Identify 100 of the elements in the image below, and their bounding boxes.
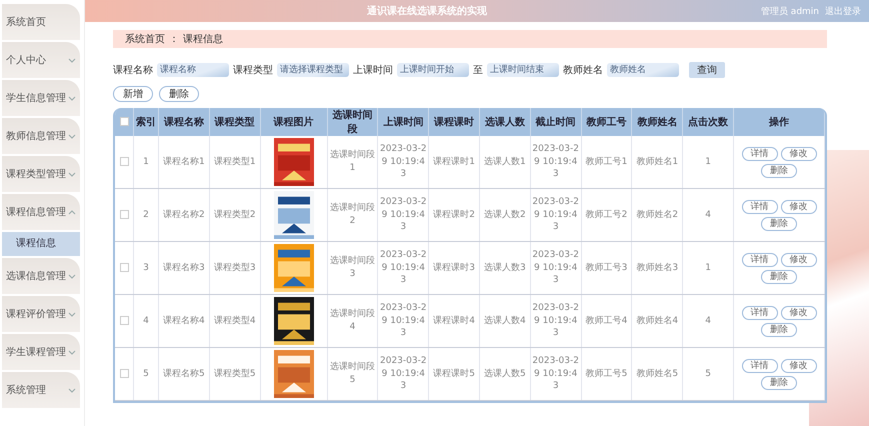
- table-cell: 课程类型1: [209, 136, 260, 188]
- field-label: 课程名称: [113, 64, 153, 77]
- table-cell: 课程名称5: [158, 348, 210, 400]
- search-button[interactable]: 查询: [689, 62, 725, 78]
- column-header: 选课人数: [479, 108, 530, 136]
- search-field[interactable]: 上课时间开始: [397, 63, 469, 77]
- checkbox[interactable]: [120, 156, 128, 166]
- delete-button[interactable]: 删除: [159, 86, 199, 102]
- table-cell: 2023-03-29 10:19:43: [530, 188, 582, 242]
- detail-button[interactable]: 详情: [742, 252, 778, 266]
- chevron-icon: [68, 350, 76, 354]
- delete-button[interactable]: 删除: [761, 164, 797, 178]
- table-cell: 选课人数3: [479, 242, 530, 294]
- column-header: 点击次数: [682, 108, 734, 136]
- delete-button[interactable]: 删除: [761, 216, 797, 230]
- column-header: 课程类型: [209, 108, 260, 136]
- edit-button[interactable]: 修改: [780, 306, 816, 320]
- sidebar-item[interactable]: 学生课程管理: [2, 334, 80, 370]
- table-cell: 教师姓名4: [632, 294, 683, 348]
- table-cell: 教师姓名2: [632, 188, 683, 242]
- chevron-icon: [68, 388, 76, 392]
- search-field[interactable]: 教师姓名: [607, 63, 679, 77]
- sidebar-item[interactable]: 教师信息管理: [2, 118, 80, 154]
- detail-button[interactable]: 详情: [742, 200, 778, 214]
- column-header: 课程图片: [260, 108, 328, 136]
- table-cell: 选课人数5: [479, 348, 530, 400]
- detail-button[interactable]: 详情: [742, 306, 778, 320]
- table-cell: 课程类型4: [209, 294, 260, 348]
- sidebar-item[interactable]: 课程信息管理: [2, 194, 80, 230]
- edit-button[interactable]: 修改: [780, 146, 816, 160]
- sidebar-item[interactable]: 个人中心: [2, 42, 80, 78]
- table-cell: 教师工号5: [581, 348, 632, 400]
- table-cell: 教师姓名5: [632, 348, 683, 400]
- edit-button[interactable]: 修改: [780, 358, 816, 372]
- sidebar-item[interactable]: 课程评价管理: [2, 296, 80, 332]
- breadcrumb-home[interactable]: 系统首页: [125, 32, 165, 46]
- table-cell: 教师工号1: [581, 136, 632, 188]
- table-cell: 2023-03-29 10:19:43: [530, 348, 582, 400]
- delete-button[interactable]: 删除: [761, 376, 797, 390]
- table-cell: 选课人数1: [479, 136, 530, 188]
- checkbox[interactable]: [120, 117, 128, 126]
- checkbox[interactable]: [120, 368, 128, 378]
- table-cell: 课程课时2: [428, 188, 480, 242]
- table-cell: 2023-03-29 10:19:43: [378, 188, 429, 242]
- detail-button[interactable]: 详情: [742, 358, 778, 372]
- column-header: 截止时间: [530, 108, 582, 136]
- table-cell: 5: [682, 348, 734, 400]
- table-cell: 1: [682, 136, 734, 188]
- checkbox[interactable]: [120, 210, 128, 219]
- field-label: 课程类型: [233, 64, 273, 77]
- breadcrumb-separator: ：: [169, 33, 179, 46]
- table-cell: 选课时间段1: [327, 136, 378, 188]
- table-cell: 教师工号4: [581, 294, 632, 348]
- column-header: 上课时间: [378, 108, 429, 136]
- table-cell: 教师工号2: [581, 188, 632, 242]
- table-cell: 教师工号3: [581, 242, 632, 294]
- chevron-icon: [68, 96, 76, 100]
- chevron-icon: [68, 274, 76, 278]
- column-header: 选课时间段: [327, 108, 378, 136]
- sidebar-subitem[interactable]: 课程信息: [2, 232, 80, 256]
- search-field[interactable]: 请选择课程类型: [277, 63, 349, 77]
- edit-button[interactable]: 修改: [780, 200, 816, 214]
- table-cell: 1: [134, 136, 158, 188]
- table-cell: 3: [134, 242, 158, 294]
- sidebar-item[interactable]: 系统首页: [2, 4, 80, 40]
- table-cell: 课程类型2: [209, 188, 260, 242]
- column-header: 课程名称: [158, 108, 210, 136]
- table-cell: 2023-03-29 10:19:43: [378, 348, 429, 400]
- checkbox[interactable]: [120, 262, 128, 272]
- sidebar-item[interactable]: 系统管理: [2, 372, 80, 408]
- edit-button[interactable]: 修改: [780, 252, 816, 266]
- table-cell: 1: [682, 242, 734, 294]
- search-field[interactable]: 课程名称: [157, 63, 229, 77]
- table-cell: 2023-03-29 10:19:43: [378, 242, 429, 294]
- table-cell: 5: [134, 348, 158, 400]
- sidebar-item[interactable]: 学生信息管理: [2, 80, 80, 116]
- table-cell: 选课人数2: [479, 188, 530, 242]
- table-cell: 选课时间段4: [327, 294, 378, 348]
- table-cell: 课程课时4: [428, 294, 480, 348]
- checkbox[interactable]: [120, 316, 128, 325]
- sidebar-item[interactable]: 选课信息管理: [2, 258, 80, 294]
- search-field[interactable]: 上课时间结束: [487, 63, 559, 77]
- table-cell: 选课时间段5: [327, 348, 378, 400]
- delete-button[interactable]: 删除: [761, 270, 797, 284]
- column-header: 教师工号: [581, 108, 632, 136]
- sidebar-item[interactable]: 课程类型管理: [2, 156, 80, 192]
- column-header: 操作: [734, 108, 824, 136]
- chevron-icon: [68, 134, 76, 138]
- delete-button[interactable]: 删除: [761, 322, 797, 336]
- table-cell: 2023-03-29 10:19:43: [378, 294, 429, 348]
- table-cell: 课程类型3: [209, 242, 260, 294]
- table-cell: 教师姓名3: [632, 242, 683, 294]
- table-cell: 2023-03-29 10:19:43: [530, 136, 582, 188]
- detail-button[interactable]: 详情: [742, 146, 778, 160]
- table-cell: 4: [134, 294, 158, 348]
- table-cell: 2023-03-29 10:19:43: [378, 136, 429, 188]
- add-button[interactable]: 新增: [113, 86, 153, 102]
- chevron-icon: [68, 210, 76, 214]
- table-cell: 选课时间段3: [327, 242, 378, 294]
- table-cell: 课程类型5: [209, 348, 260, 400]
